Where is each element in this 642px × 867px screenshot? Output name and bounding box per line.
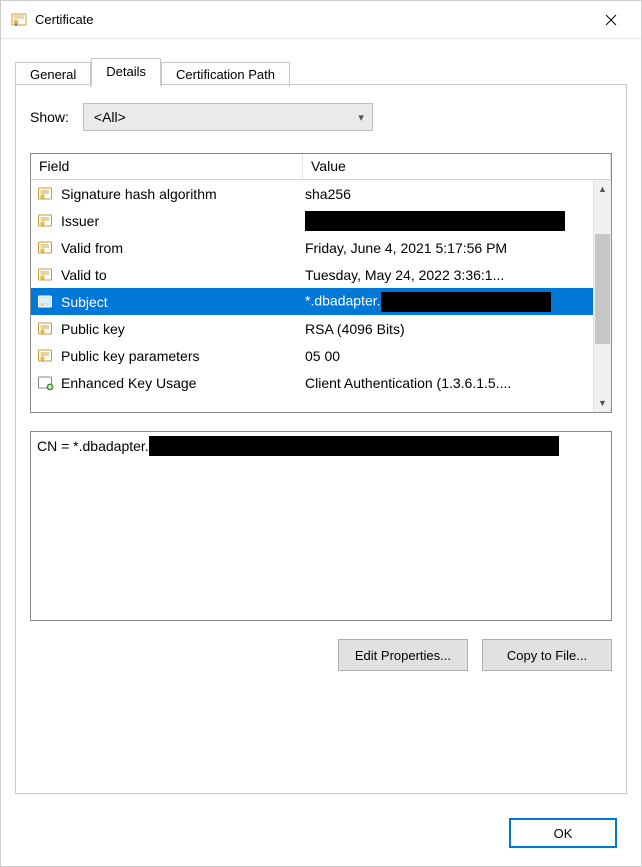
copy-to-file-button[interactable]: Copy to File... [482, 639, 612, 671]
close-button[interactable] [589, 5, 633, 35]
fields-listview[interactable]: Field Value Signature hash algorithm sha2… [30, 153, 612, 413]
value-cell: Friday, June 4, 2021 5:17:56 PM [303, 240, 593, 256]
field-cell: Issuer [31, 213, 303, 229]
table-row[interactable]: Public key RSA (4096 Bits) [31, 315, 593, 342]
redacted-block [305, 211, 565, 231]
cert-field-icon [37, 267, 55, 283]
window-title: Certificate [35, 12, 94, 27]
table-row[interactable]: Issuer [31, 207, 593, 234]
value-cell: RSA (4096 Bits) [303, 321, 593, 337]
scroll-thumb[interactable] [595, 234, 610, 344]
field-cell: Public key [31, 321, 303, 337]
field-label: Signature hash algorithm [61, 186, 217, 202]
redacted-block [149, 436, 559, 456]
cert-field-icon [37, 240, 55, 256]
table-row[interactable]: Signature hash algorithm sha256 [31, 180, 593, 207]
field-cell: Signature hash algorithm [31, 186, 303, 202]
field-label: Issuer [61, 213, 99, 229]
field-cell: Valid to [31, 267, 303, 283]
table-row[interactable]: Valid from Friday, June 4, 2021 5:17:56 P… [31, 234, 593, 261]
titlebar: Certificate [1, 1, 641, 39]
detail-textbox[interactable]: CN = *.dbadapter. [30, 431, 612, 621]
table-row[interactable]: Subject *.dbadapter. [31, 288, 593, 315]
table-row[interactable]: Enhanced Key Usage Client Authentication … [31, 369, 593, 396]
column-value[interactable]: Value [303, 154, 611, 179]
field-label: Public key parameters [61, 348, 200, 364]
field-cell: Valid from [31, 240, 303, 256]
value-cell [303, 211, 593, 231]
chevron-down-icon: ▾ [358, 111, 364, 124]
cert-field-icon [37, 186, 55, 202]
close-icon [605, 14, 617, 26]
field-label: Valid to [61, 267, 107, 283]
action-buttons: Edit Properties... Copy to File... [30, 639, 612, 671]
show-filter-row: Show: <All> ▾ [30, 103, 612, 131]
certificate-dialog: Certificate General Details Certificatio… [0, 0, 642, 867]
ext-field-icon [37, 375, 55, 391]
tab-details[interactable]: Details [91, 58, 161, 86]
value-text: *.dbadapter. [305, 292, 381, 308]
scroll-down-icon[interactable]: ▼ [594, 394, 611, 412]
dialog-footer: OK [1, 806, 641, 866]
detail-text: CN = *.dbadapter. [37, 438, 149, 454]
field-label: Public key [61, 321, 125, 337]
show-value: <All> [94, 109, 126, 125]
field-label: Enhanced Key Usage [61, 375, 196, 391]
field-cell: Enhanced Key Usage [31, 375, 303, 391]
cert-field-icon [37, 213, 55, 229]
field-label: Subject [61, 294, 108, 310]
cert-field-icon [37, 348, 55, 364]
value-cell: 05 00 [303, 348, 593, 364]
show-label: Show: [30, 109, 69, 125]
value-cell: Tuesday, May 24, 2022 3:36:1... [303, 267, 593, 283]
vertical-scrollbar[interactable]: ▲ ▼ [593, 180, 611, 412]
tabstrip: General Details Certification Path [15, 57, 627, 85]
value-cell: sha256 [303, 186, 593, 202]
redacted-block [381, 292, 551, 312]
listview-header: Field Value [31, 154, 611, 180]
edit-properties-button[interactable]: Edit Properties... [338, 639, 468, 671]
cert-field-icon [37, 294, 55, 310]
field-cell: Subject [31, 294, 303, 310]
value-cell: *.dbadapter. [303, 292, 593, 312]
listview-body: Signature hash algorithm sha256 Issuer Va… [31, 180, 593, 412]
dialog-body: General Details Certification Path Show:… [1, 39, 641, 806]
field-label: Valid from [61, 240, 123, 256]
show-dropdown[interactable]: <All> ▾ [83, 103, 373, 131]
table-row[interactable]: Valid to Tuesday, May 24, 2022 3:36:1... [31, 261, 593, 288]
table-row[interactable]: Public key parameters 05 00 [31, 342, 593, 369]
cert-field-icon [37, 321, 55, 337]
column-field[interactable]: Field [31, 154, 303, 179]
scroll-track[interactable] [594, 198, 611, 394]
certificate-icon [11, 12, 27, 28]
value-cell: Client Authentication (1.3.6.1.5.... [303, 375, 593, 391]
details-panel: Show: <All> ▾ Field Value Signature hash… [15, 84, 627, 794]
field-cell: Public key parameters [31, 348, 303, 364]
scroll-up-icon[interactable]: ▲ [594, 180, 611, 198]
ok-button[interactable]: OK [509, 818, 617, 848]
